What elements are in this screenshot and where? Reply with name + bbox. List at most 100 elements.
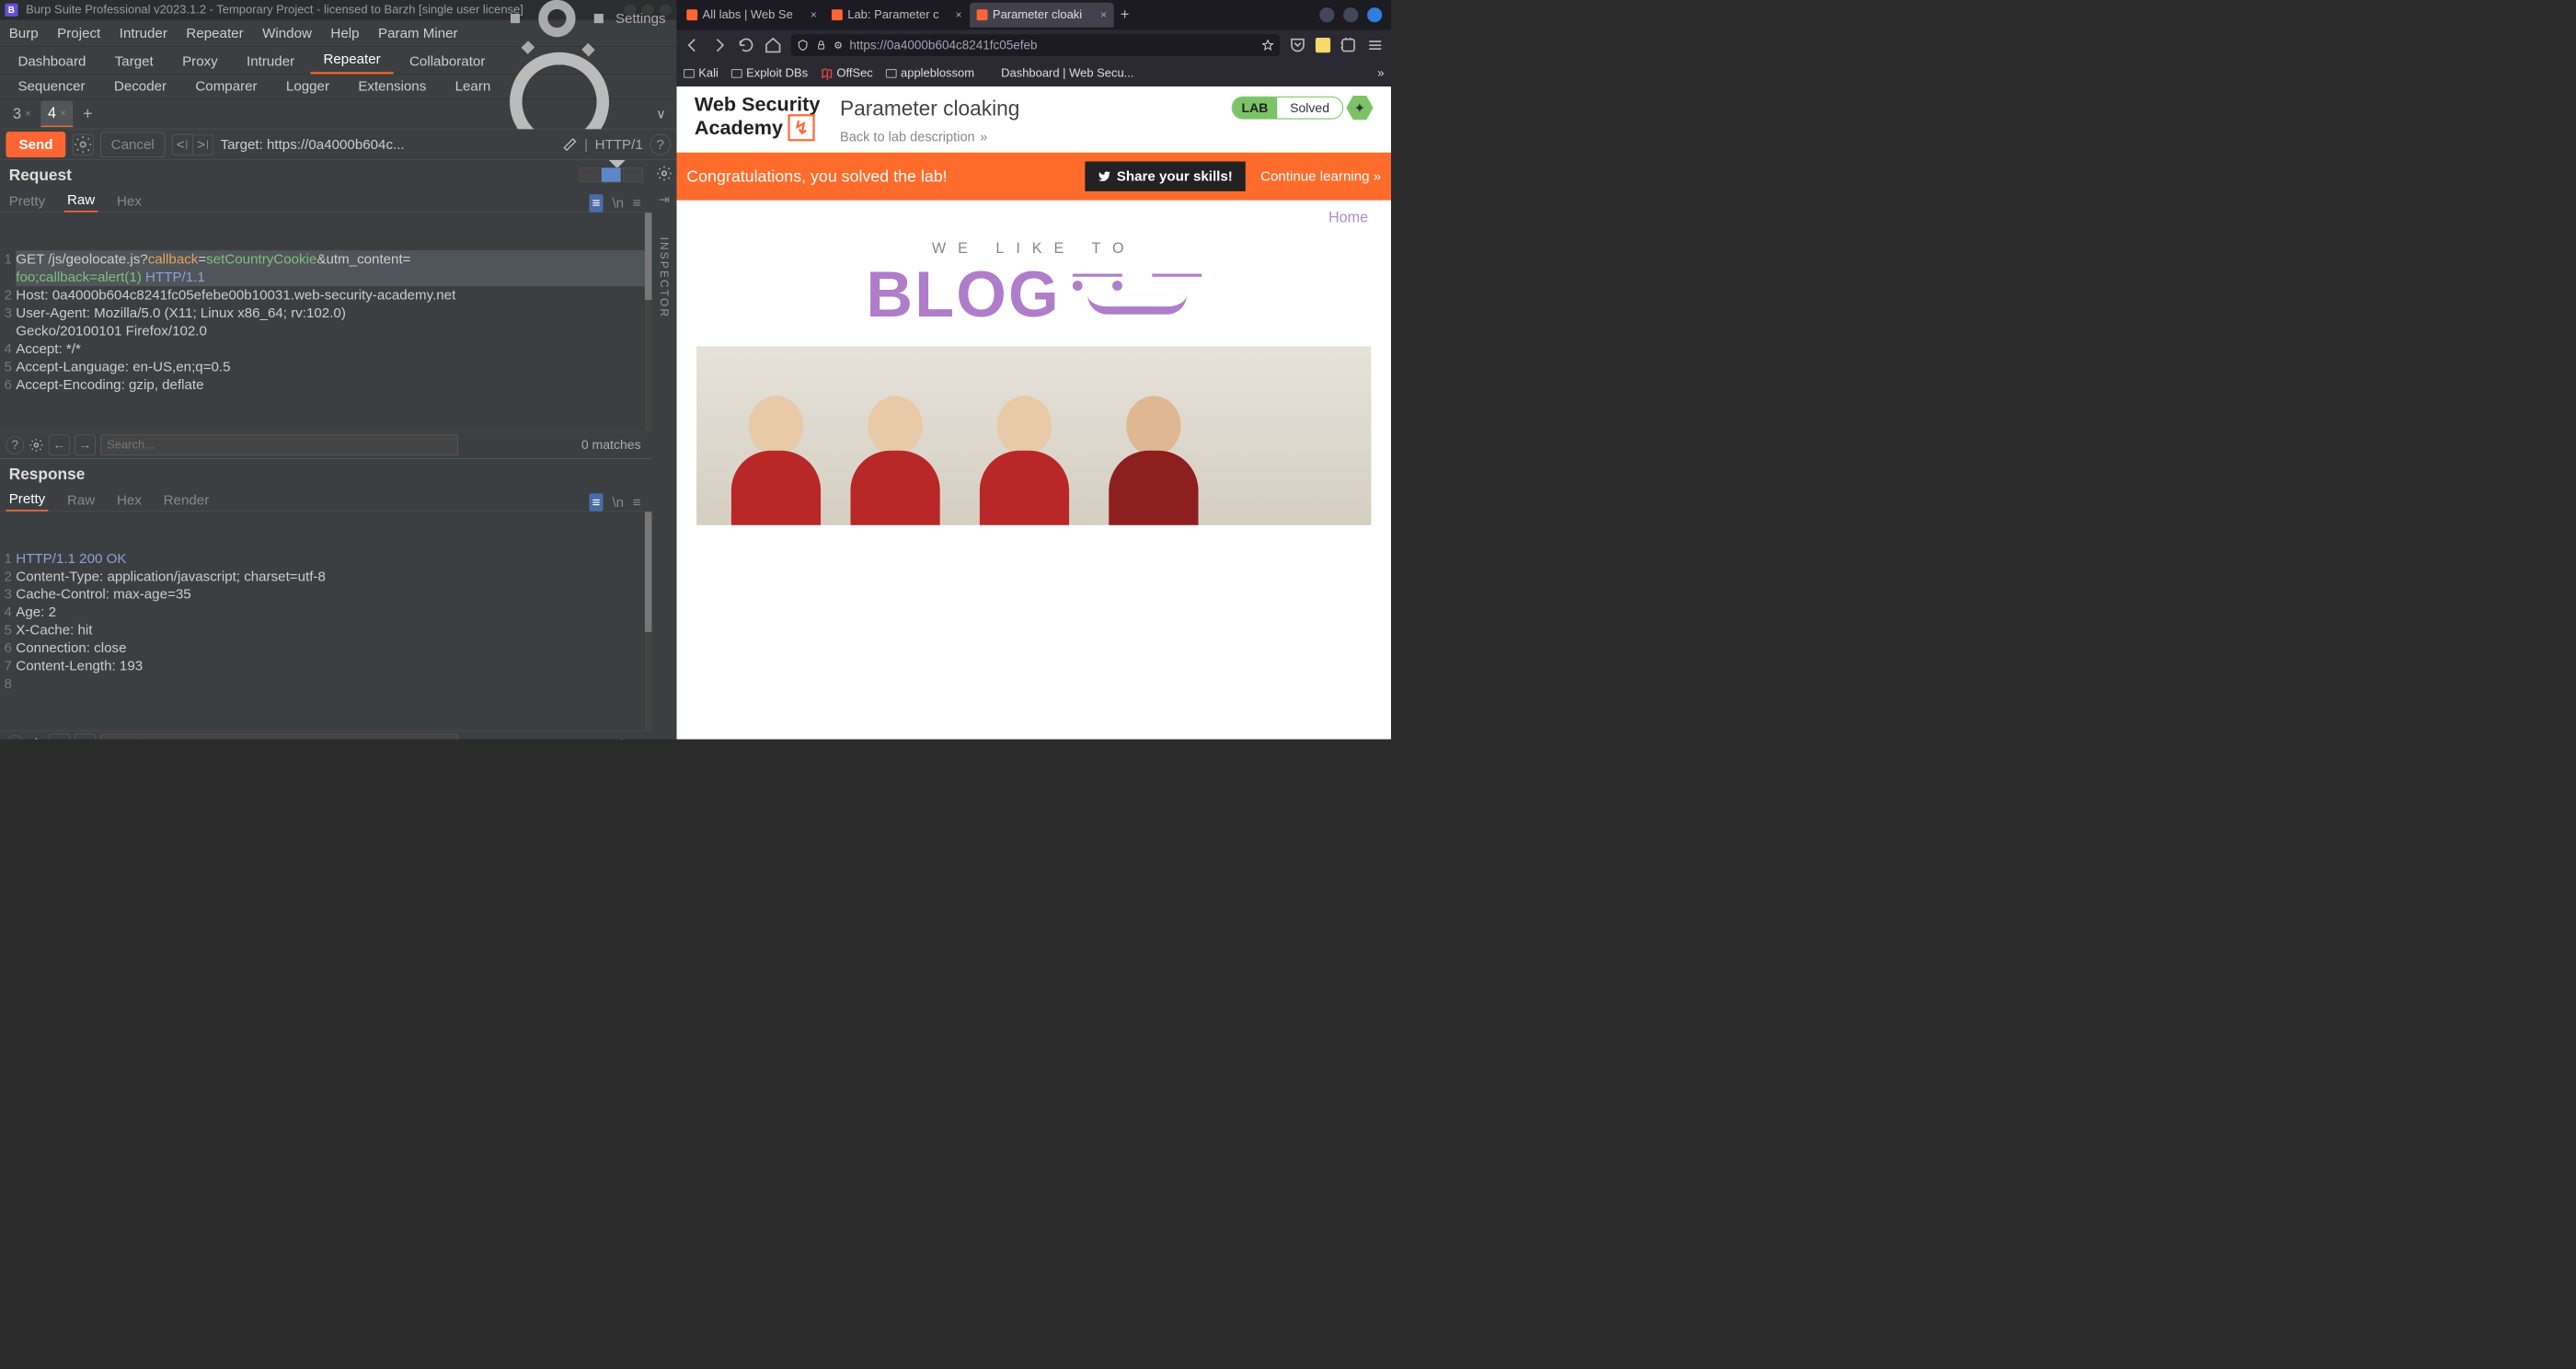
menu-intruder[interactable]: Intruder (120, 25, 167, 40)
tool-tab-proxy[interactable]: Proxy (169, 48, 231, 74)
history-back-button[interactable]: <| (172, 134, 193, 155)
response-search-input[interactable] (100, 733, 458, 739)
request-subtab-raw[interactable]: Raw (64, 189, 98, 212)
scrollbar-icon[interactable] (645, 512, 652, 731)
tool-tab-decoder[interactable]: Decoder (101, 73, 179, 98)
close-icon[interactable]: × (60, 108, 65, 119)
browser-tab[interactable]: All labs | Web Se× (680, 3, 824, 28)
window-min-icon[interactable] (1319, 7, 1334, 22)
menu-window[interactable]: Window (262, 25, 312, 40)
close-tab-icon[interactable]: × (811, 8, 817, 21)
response-editor[interactable]: 1HTTP/1.1 200 OK2Content-Type: applicati… (0, 512, 651, 731)
history-fwd-button[interactable]: >| (192, 134, 213, 155)
tool-tab-extensions[interactable]: Extensions (345, 73, 439, 98)
menu-icon[interactable]: ≡ (633, 494, 641, 510)
home-link[interactable]: Home (1328, 209, 1368, 225)
tool-tab-learn[interactable]: Learn (443, 73, 504, 98)
search-prev-icon[interactable]: ← (49, 434, 70, 455)
bookmark-exploit-dbs[interactable]: Exploit DBs (731, 66, 808, 80)
new-tab-button[interactable]: + (1115, 5, 1135, 25)
tool-tab-sequencer[interactable]: Sequencer (5, 73, 98, 98)
bookmark-appleblossom[interactable]: appleblossom (886, 66, 974, 80)
layout-combined-icon[interactable] (623, 167, 643, 182)
browser-tab[interactable]: Parameter cloaki× (970, 3, 1114, 28)
forward-button[interactable] (710, 36, 728, 53)
pocket-icon[interactable] (1289, 36, 1306, 53)
wsa-logo[interactable]: Web Security Academy ↯ (695, 95, 820, 142)
bookmark-kali[interactable]: Kali (684, 66, 719, 80)
request-subtab-pretty[interactable]: Pretty (6, 190, 48, 213)
add-tab-button[interactable]: + (77, 104, 99, 123)
help-icon[interactable]: ? (650, 134, 671, 155)
wrap-icon[interactable]: ≡ (589, 194, 603, 212)
share-button[interactable]: Share your skills! (1085, 162, 1246, 191)
continue-link[interactable]: Continue learning » (1260, 168, 1381, 184)
response-settings-icon[interactable] (29, 737, 43, 740)
wrap-icon[interactable]: ≡ (589, 493, 603, 511)
scrollbar-icon[interactable] (645, 213, 652, 431)
bookmark-dashboard-web-secu-[interactable]: Dashboard | Web Secu... (987, 66, 1133, 80)
back-to-description-link[interactable]: Back to lab description » (840, 129, 987, 144)
tool-tab-repeater[interactable]: Repeater (310, 46, 393, 74)
gear-icon[interactable] (656, 165, 673, 181)
bookmarks-overflow-icon[interactable]: » (1377, 66, 1384, 80)
newline-icon[interactable]: \n (612, 195, 624, 211)
extensions-icon[interactable] (1340, 36, 1357, 53)
response-subtab-pretty[interactable]: Pretty (6, 488, 48, 511)
layout-horizontal-icon[interactable] (580, 167, 600, 182)
reload-button[interactable] (737, 36, 754, 53)
shield-icon[interactable] (797, 40, 809, 52)
response-subtab-raw[interactable]: Raw (64, 489, 98, 512)
permissions-icon[interactable]: ⚙ (834, 39, 843, 52)
http-version-label[interactable]: HTTP/1 (595, 136, 643, 152)
menu-repeater[interactable]: Repeater (186, 25, 243, 40)
layout-vertical-icon[interactable] (601, 167, 621, 182)
response-help-icon[interactable]: ? (6, 735, 23, 740)
search-next-icon[interactable]: → (75, 434, 96, 455)
close-icon[interactable]: × (25, 109, 30, 120)
window-max-icon[interactable] (1343, 7, 1358, 22)
tool-tab-comparer[interactable]: Comparer (182, 73, 270, 98)
inspector-label[interactable]: INSPECTOR (658, 237, 671, 319)
close-tab-icon[interactable]: × (1100, 8, 1107, 21)
request-help-icon[interactable]: ? (6, 436, 23, 454)
tool-tab-collaborator[interactable]: Collaborator (397, 48, 498, 74)
menu-param-miner[interactable]: Param Miner (378, 25, 458, 40)
request-settings-icon[interactable] (29, 437, 43, 452)
send-options-icon[interactable] (73, 134, 94, 155)
request-editor[interactable]: 1GET /js/geolocate.js?callback=setCountr… (0, 213, 651, 431)
repeater-tab-3[interactable]: 3× (6, 101, 38, 128)
cancel-button[interactable]: Cancel (100, 132, 165, 156)
tabs-menu-icon[interactable]: ∨ (656, 107, 665, 122)
close-tab-icon[interactable]: × (955, 8, 961, 21)
menu-project[interactable]: Project (57, 25, 100, 40)
bookmark-star-icon[interactable] (1262, 40, 1274, 52)
send-button[interactable]: Send (6, 132, 65, 157)
menu-icon[interactable]: ≡ (633, 195, 641, 211)
request-search-input[interactable] (100, 434, 458, 455)
burp-extension-icon[interactable] (1316, 38, 1330, 52)
repeater-tab-4[interactable]: 4× (40, 101, 73, 128)
menu-help[interactable]: Help (330, 25, 359, 40)
home-button[interactable] (765, 36, 782, 53)
bookmark-offsec[interactable]: 卬OffSec (821, 64, 873, 82)
response-subtab-hex[interactable]: Hex (114, 489, 144, 512)
search-next-icon[interactable]: → (75, 733, 96, 739)
browser-tab[interactable]: Lab: Parameter c× (824, 3, 969, 28)
search-prev-icon[interactable]: ← (49, 733, 70, 739)
tool-tab-target[interactable]: Target (102, 48, 167, 74)
menu-burp[interactable]: Burp (9, 25, 39, 40)
response-subtab-render[interactable]: Render (160, 489, 212, 512)
tool-tab-intruder[interactable]: Intruder (234, 48, 307, 74)
tool-tab-dashboard[interactable]: Dashboard (5, 48, 98, 74)
target-label[interactable]: Target: https://0a4000b604c... (221, 136, 556, 152)
window-close-icon[interactable] (1367, 7, 1382, 22)
edit-target-icon[interactable] (562, 137, 577, 152)
menu-icon[interactable] (1366, 36, 1384, 53)
tool-tab-logger[interactable]: Logger (273, 73, 342, 98)
back-button[interactable] (684, 36, 701, 53)
expand-inspector-icon[interactable]: ⇥ (659, 191, 670, 207)
newline-icon[interactable]: \n (612, 494, 624, 510)
url-bar[interactable]: ⚙ https://0a4000b604c8241fc05efeb (791, 34, 1280, 56)
request-subtab-hex[interactable]: Hex (114, 190, 144, 213)
